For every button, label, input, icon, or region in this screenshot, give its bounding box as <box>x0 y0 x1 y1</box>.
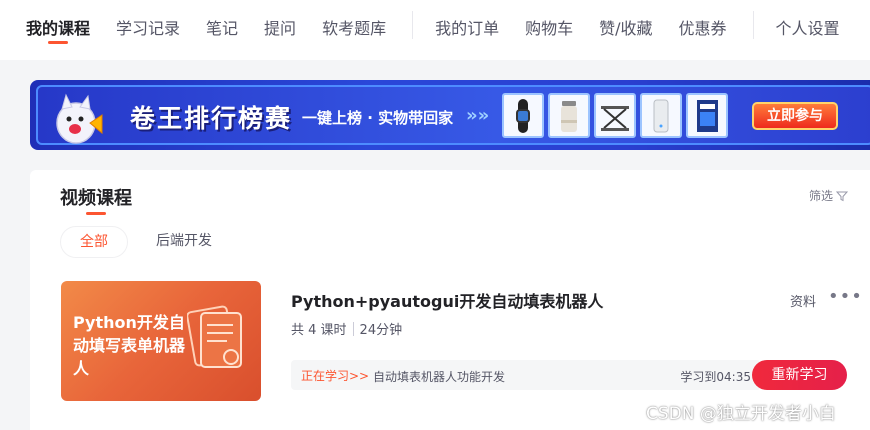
nav-exam-bank[interactable]: 软考题库 <box>322 15 386 39</box>
current-lesson: 自动填表机器人功能开发 <box>373 370 506 384</box>
power-bank-icon <box>640 93 682 138</box>
course-thumbnail[interactable]: Python开发自动填写表单机器人 <box>61 281 261 401</box>
laptop-stand-icon <box>594 93 636 138</box>
thermos-cup-icon <box>548 93 590 138</box>
lesson-count: 共 4 课时 <box>291 323 347 338</box>
filter-funnel-icon <box>836 191 848 201</box>
csdn-watermark: CSDN @独立开发者小白 <box>646 404 836 424</box>
restudy-button[interactable]: 重新学习 <box>752 360 847 390</box>
nav-my-orders[interactable]: 我的订单 <box>435 15 499 39</box>
nav-learning-record[interactable]: 学习记录 <box>116 15 180 39</box>
book-icon <box>686 93 728 138</box>
banner-subtitle: 一键上榜 · 实物带回家 <box>302 109 454 127</box>
study-progress-bar: 正在学习>> 自动填表机器人功能开发 学习到04:35 <box>291 360 761 390</box>
materials-link[interactable]: 资料 <box>790 291 816 310</box>
banner-frame: 卷王排行榜赛 一键上榜 · 实物带回家 »» 立即参与 <box>36 85 870 145</box>
promo-banner[interactable]: 卷王排行榜赛 一键上榜 · 实物带回家 »» 立即参与 <box>30 80 870 150</box>
nav-divider <box>752 11 754 39</box>
mascot-icon <box>56 93 103 144</box>
banner-arrows: »» <box>466 105 490 126</box>
filter-label: 筛选 <box>808 189 833 203</box>
course-duration: 24分钟 <box>359 323 403 338</box>
nav-cart[interactable]: 购物车 <box>525 15 573 39</box>
top-nav: 我的课程 学习记录 笔记 提问 软考题库 我的订单 购物车 赞/收藏 优惠券 个… <box>0 0 870 60</box>
join-now-button[interactable]: 立即参与 <box>752 102 838 130</box>
tab-all[interactable]: 全部 <box>60 226 128 258</box>
nav-my-courses[interactable]: 我的课程 <box>26 15 90 44</box>
banner-title: 卷王排行榜赛 <box>130 104 293 133</box>
course-title[interactable]: Python+pyautogui开发自动填表机器人 <box>291 288 603 312</box>
nav-settings[interactable]: 个人设置 <box>776 15 840 39</box>
studying-link[interactable]: 正在学习>> <box>301 367 369 384</box>
nav-questions[interactable]: 提问 <box>264 15 296 39</box>
smart-band-icon <box>502 93 544 138</box>
course-meta: 共 4 课时 24分钟 <box>291 319 402 338</box>
document-certificate-icon <box>187 305 242 368</box>
nav-divider <box>412 11 414 39</box>
video-courses-panel: 视频课程 筛选 全部 后端开发 Python开发自动填写表单机器人 Python… <box>30 170 870 430</box>
progress-text: 学习到04:35 <box>680 370 751 384</box>
nav-likes-favorites[interactable]: 赞/收藏 <box>599 15 652 39</box>
filter-button[interactable]: 筛选 <box>809 187 848 204</box>
nav-notes[interactable]: 笔记 <box>206 15 238 39</box>
prize-products <box>502 93 728 138</box>
more-options-icon[interactable]: ••• <box>828 286 863 307</box>
tab-backend-dev[interactable]: 后端开发 <box>156 226 212 258</box>
section-title: 视频课程 <box>60 184 132 215</box>
meta-divider <box>352 321 354 336</box>
thumbnail-text: Python开发自动填写表单机器人 <box>73 313 186 378</box>
nav-coupons[interactable]: 优惠券 <box>679 15 727 39</box>
